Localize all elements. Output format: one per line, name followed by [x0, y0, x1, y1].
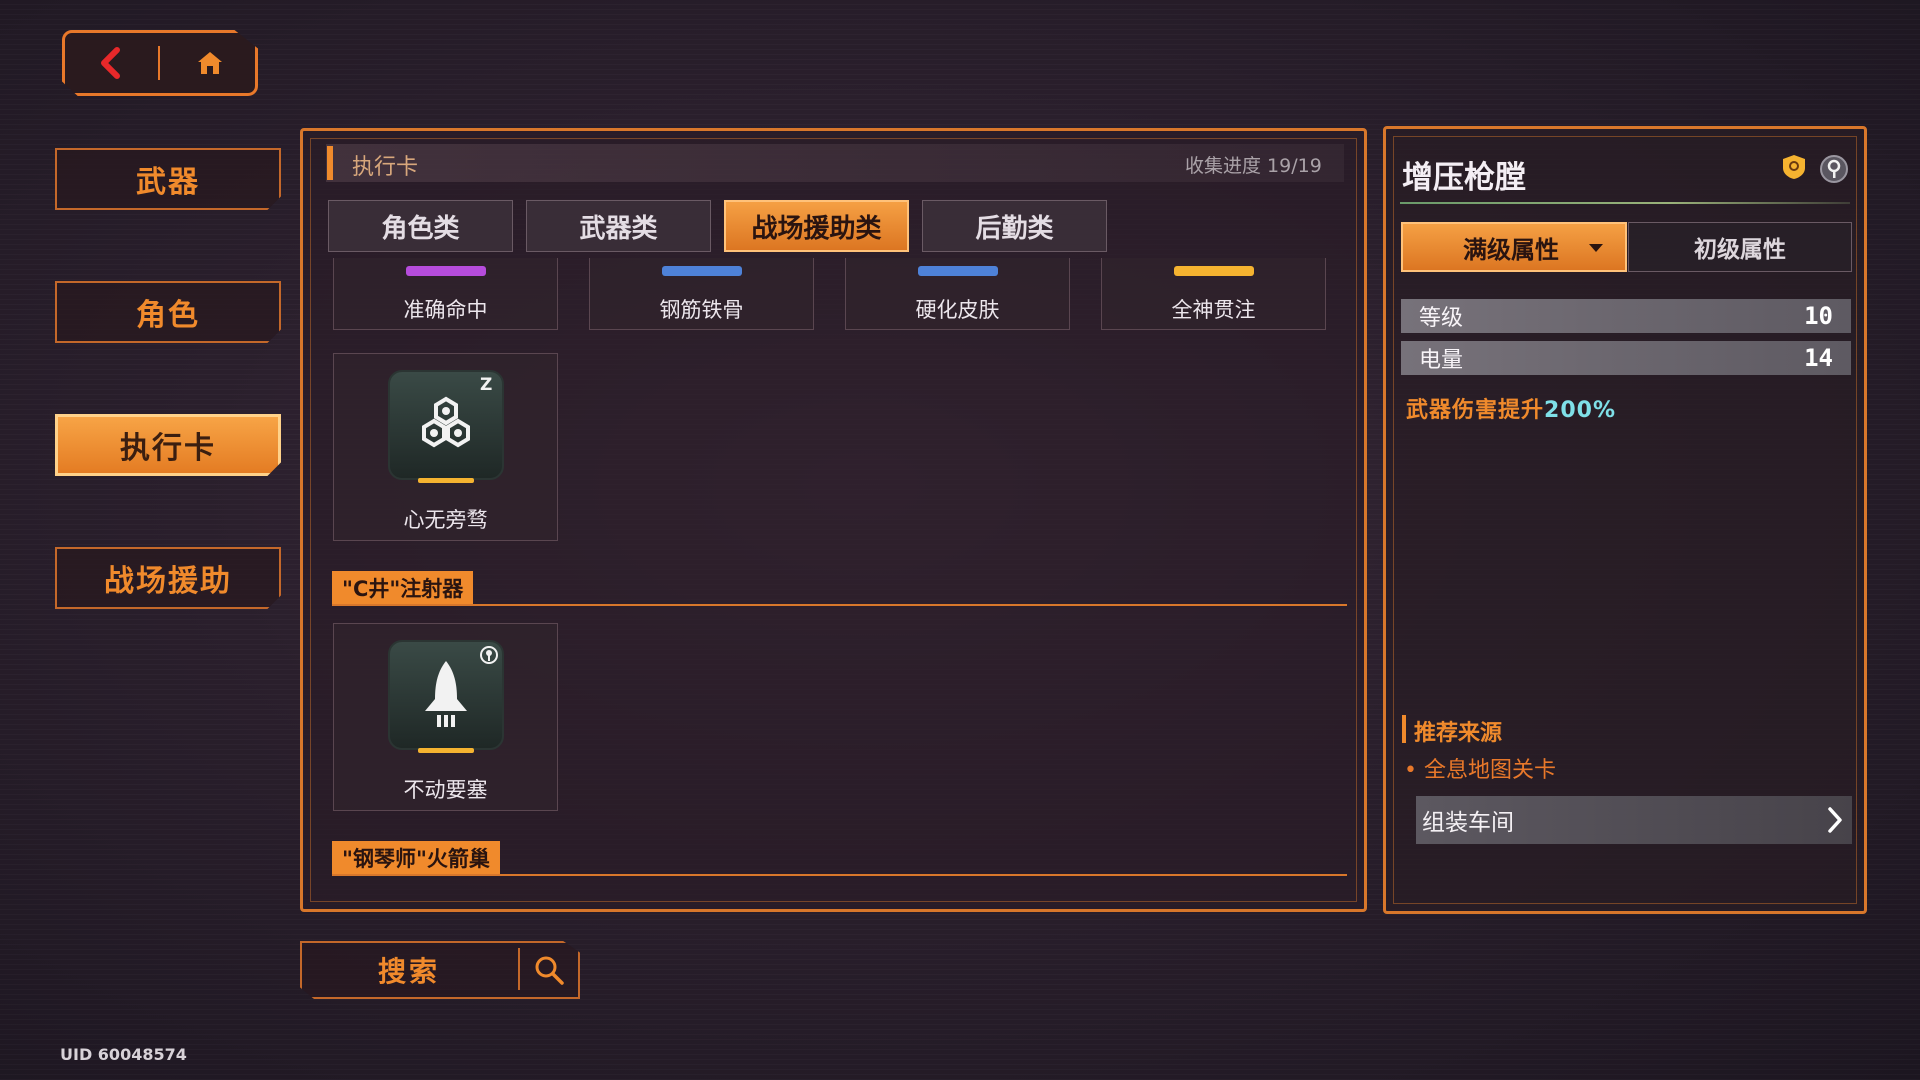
tab-weapon[interactable]: 武器类 — [526, 200, 711, 252]
rarity-shield-icon — [1782, 154, 1806, 180]
card-name: 心无旁骛 — [403, 508, 488, 532]
tab-max-level-label: 满级属性 — [1463, 235, 1559, 264]
card-rarity-bar — [918, 266, 998, 276]
hexagon-cluster-icon — [422, 396, 470, 448]
card-rarity-bar — [418, 478, 474, 483]
detail-title: 增压枪膛 — [1402, 160, 1526, 196]
card-item[interactable]: 硬化皮肤 — [845, 258, 1070, 330]
tab-initial-attributes[interactable]: 初级属性 — [1628, 222, 1852, 272]
effect-prefix: 武器伤害提升 — [1406, 398, 1545, 423]
search-icon — [535, 956, 564, 985]
chevron-right-icon — [1828, 807, 1842, 833]
card-item[interactable]: 全神贯注 — [1101, 258, 1326, 330]
category-character-button[interactable]: 角色 — [55, 281, 281, 343]
stat-label: 电量 — [1419, 348, 1464, 373]
card-name: 硬化皮肤 — [915, 298, 1000, 322]
card-name: 不动要塞 — [403, 778, 488, 802]
card-name: 全神贯注 — [1171, 298, 1256, 322]
recommend-accent-bar — [1402, 715, 1406, 743]
effect-description: 武器伤害提升200% — [1406, 392, 1616, 424]
home-button[interactable] — [176, 40, 244, 86]
nav-divider — [158, 46, 160, 80]
card-rarity-bar — [1174, 266, 1254, 276]
panel-title: 执行卡 — [352, 155, 419, 180]
caret-down-icon — [1589, 244, 1603, 252]
tab-max-level-attributes[interactable]: 满级属性 — [1401, 222, 1627, 272]
recommend-title: 推荐来源 — [1414, 721, 1503, 746]
section-label: "钢琴师"火箭巢 — [332, 841, 500, 875]
card-rarity-bar — [418, 748, 474, 753]
stat-label: 等级 — [1419, 306, 1464, 331]
sleep-badge-icon: Z — [480, 375, 493, 395]
collection-progress: 收集进度 19/19 — [1185, 155, 1322, 177]
card-name: 准确命中 — [403, 298, 488, 322]
section-divider — [332, 604, 1347, 606]
search-divider — [518, 948, 520, 990]
category-weapon-button[interactable]: 武器 — [55, 148, 281, 210]
stat-value: 10 — [1804, 302, 1833, 330]
tree-badge-icon — [1819, 154, 1849, 184]
category-battlefield-support-button[interactable]: 战场援助 — [55, 547, 281, 609]
section-divider — [332, 874, 1347, 876]
card-item[interactable]: 钢筋铁骨 — [589, 258, 814, 330]
card-item[interactable]: Z 心无旁骛 — [333, 353, 558, 541]
header-accent-bar — [327, 146, 333, 180]
recommend-source-link[interactable]: 组装车间 — [1416, 796, 1852, 844]
card-item[interactable]: 准确命中 — [333, 258, 558, 330]
effect-value: 200% — [1544, 398, 1616, 423]
stat-row-level: 等级 10 — [1401, 299, 1851, 333]
section-label: "C井"注射器 — [332, 571, 474, 605]
recommend-link-label: 组装车间 — [1422, 810, 1514, 836]
tab-battlefield-support[interactable]: 战场援助类 — [724, 200, 909, 252]
tab-logistics[interactable]: 后勤类 — [922, 200, 1107, 252]
tree-badge-icon — [480, 646, 498, 664]
card-rarity-bar — [662, 266, 742, 276]
search-icon-button[interactable] — [524, 946, 574, 994]
category-execution-card-button[interactable]: 执行卡 — [55, 414, 281, 476]
card-name: 钢筋铁骨 — [659, 298, 744, 322]
home-icon — [198, 52, 222, 74]
search-button[interactable]: 搜索 — [300, 941, 518, 999]
recommend-source-item: • 全息地图关卡 — [1404, 758, 1556, 783]
tab-character[interactable]: 角色类 — [328, 200, 513, 252]
user-id: UID 60048574 — [60, 1045, 187, 1064]
title-underline — [1400, 202, 1850, 204]
rocket-icon — [425, 661, 467, 727]
stat-value: 14 — [1804, 344, 1833, 372]
back-button[interactable] — [76, 40, 144, 86]
chevron-left-icon — [101, 47, 120, 79]
stat-row-energy: 电量 14 — [1401, 341, 1851, 375]
card-rarity-bar — [406, 266, 486, 276]
card-item[interactable]: 不动要塞 — [333, 623, 558, 811]
